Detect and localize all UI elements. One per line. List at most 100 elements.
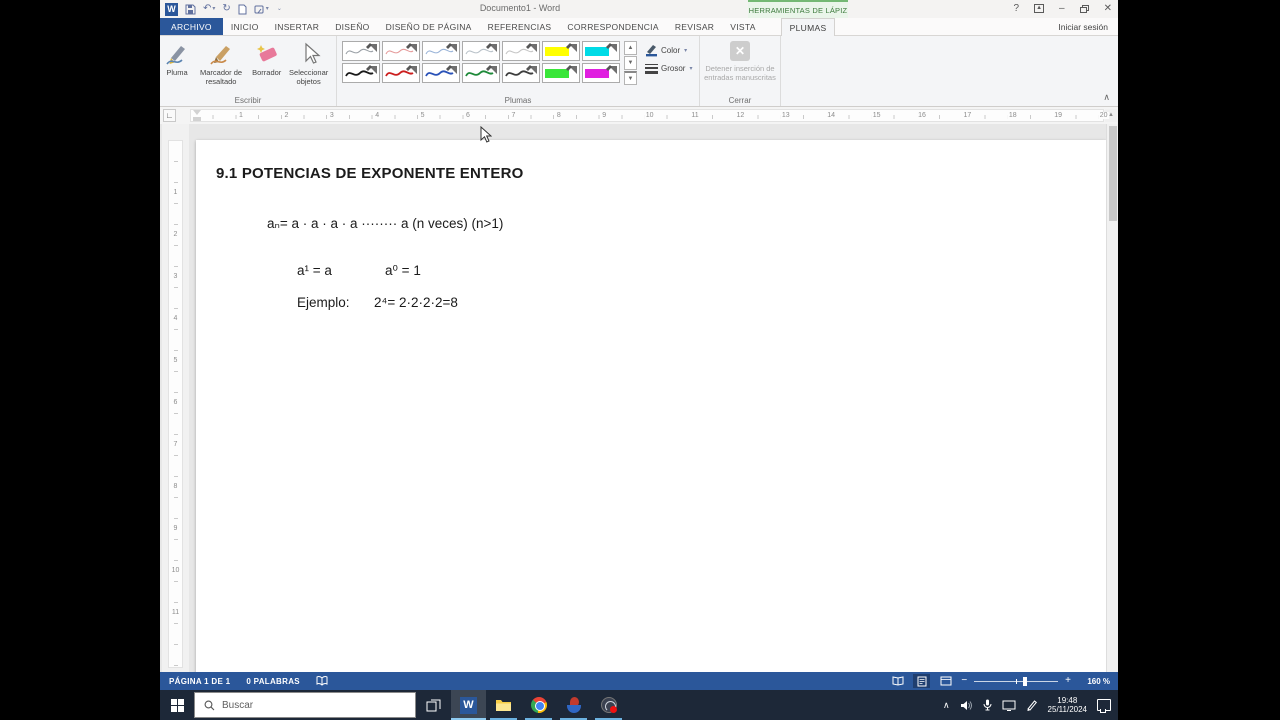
formula-a1: a¹ = a <box>297 263 332 278</box>
search-input[interactable] <box>222 699 382 711</box>
tab-revisar[interactable]: REVISAR <box>667 18 722 35</box>
pen-style-swatch-7[interactable] <box>582 41 620 61</box>
h-ruler[interactable]: 1 2 3 4 5 6 7 8 9 10 11 12 13 14 15 16 17 18 19 20 <box>190 109 1110 122</box>
media-app-icon <box>566 697 582 713</box>
customize-qat-icon[interactable]: ⌄ <box>277 6 282 12</box>
taskbar-chrome-button[interactable] <box>521 690 556 720</box>
touch-mode-icon[interactable]: ▾ <box>254 4 269 15</box>
tab-diseno[interactable]: DISEÑO <box>327 18 377 35</box>
view-print-layout-button[interactable] <box>913 674 931 688</box>
h-ruler-number: 18 <box>1006 112 1019 119</box>
close-button[interactable]: ✕ <box>1104 3 1112 14</box>
pen-color-button[interactable]: Color ▾ <box>645 44 692 57</box>
pen-style-swatch-13[interactable] <box>542 63 580 83</box>
scrollbar-thumb[interactable] <box>1109 126 1117 221</box>
collapse-ribbon-icon[interactable]: ∧ <box>1103 92 1110 103</box>
taskbar-word-button[interactable]: W <box>451 690 486 720</box>
taskbar-search[interactable] <box>194 692 416 718</box>
pen-style-swatch-12[interactable] <box>502 63 540 83</box>
taskbar-media-app-button[interactable] <box>556 690 591 720</box>
minimize-button[interactable]: – <box>1059 3 1065 14</box>
pen-style-swatch-5[interactable] <box>502 41 540 61</box>
gallery-scroll-up-icon[interactable]: ▲ <box>624 41 637 55</box>
pen-thickness-icon <box>645 64 658 74</box>
tab-stop-selector[interactable]: ∟ <box>163 109 176 122</box>
v-ruler-number: 6 <box>169 399 182 406</box>
word-app-icon[interactable]: W <box>165 2 178 16</box>
help-button[interactable]: ? <box>1013 3 1019 14</box>
pen-style-swatch-14[interactable] <box>582 63 620 83</box>
group-label-escribir: Escribir <box>234 96 262 105</box>
ribbon: Pluma Marcador de resaltado Borrador Sel… <box>160 36 1118 143</box>
redo-icon[interactable]: ↻ <box>222 4 230 14</box>
sign-in-link[interactable]: Iniciar sesión <box>1058 18 1118 35</box>
view-read-mode-button[interactable] <box>889 674 906 688</box>
thickness-dropdown-caret: ▾ <box>689 66 693 72</box>
first-line-indent-marker[interactable] <box>193 110 201 115</box>
action-center-icon[interactable] <box>1097 699 1111 713</box>
tab-vista[interactable]: VISTA <box>722 18 763 35</box>
tab-diseno-de-pagina[interactable]: DISEÑO DE PÁGINA <box>378 18 480 35</box>
pen-style-swatch-9[interactable] <box>382 63 420 83</box>
stop-inking-button[interactable]: ✕ Detener inserción de entradas manuscri… <box>702 41 778 82</box>
display-cast-icon[interactable] <box>1002 700 1016 711</box>
task-view-button[interactable] <box>416 690 451 720</box>
tab-referencias[interactable]: REFERENCIAS <box>480 18 560 35</box>
document-page[interactable]: 9.1 POTENCIAS DE EXPONENTE ENTERO aₙ= a … <box>196 140 1106 672</box>
tab-plumas-active[interactable]: PLUMAS <box>780 18 836 36</box>
taskbar-recorder-button[interactable] <box>591 690 626 720</box>
zoom-slider[interactable] <box>974 676 1059 686</box>
clock-time: 19:48 <box>1057 695 1078 705</box>
highlighter-icon <box>210 46 231 65</box>
h-ruler-number: 12 <box>734 112 747 119</box>
pen-style-swatch-1[interactable] <box>342 41 380 61</box>
pen-style-swatch-11[interactable] <box>462 63 500 83</box>
pen-style-swatch-4[interactable] <box>462 41 500 61</box>
taskbar-clock[interactable]: 19:48 25/11/2024 <box>1048 696 1087 715</box>
example-label: Ejemplo: <box>297 295 350 310</box>
zoom-in-button[interactable]: + <box>1065 676 1071 686</box>
word-count[interactable]: 0 PALABRAS <box>246 677 300 686</box>
pen-tray-icon[interactable] <box>1026 699 1038 711</box>
tab-archivo[interactable]: ARCHIVO <box>160 18 223 35</box>
pen-style-swatch-10[interactable] <box>422 63 460 83</box>
group-label-plumas: Plumas <box>504 96 532 105</box>
proofing-icon[interactable] <box>316 676 328 686</box>
screen-recorder-icon <box>600 697 617 713</box>
pen-style-swatch-3[interactable] <box>422 41 460 61</box>
h-ruler-number: 2 <box>282 112 291 119</box>
ribbon-display-options-icon[interactable]: ▲ <box>1034 4 1045 13</box>
save-icon[interactable] <box>185 4 196 15</box>
pen-style-swatch-2[interactable] <box>382 41 420 61</box>
view-web-layout-button[interactable] <box>937 674 954 688</box>
tab-correspondencia[interactable]: CORRESPONDENCIA <box>559 18 666 35</box>
restore-button[interactable] <box>1079 4 1089 13</box>
undo-icon[interactable]: ↶ ▾ <box>203 4 215 14</box>
start-button[interactable] <box>160 690 194 720</box>
pen-thickness-button[interactable]: Grosor ▾ <box>645 63 692 74</box>
group-label-cerrar: Cerrar <box>728 96 752 105</box>
zoom-level[interactable]: 160 % <box>1078 677 1110 686</box>
new-document-icon[interactable] <box>238 4 247 15</box>
left-indent-marker[interactable] <box>193 117 201 121</box>
zoom-slider-thumb[interactable] <box>1022 676 1027 686</box>
speaker-icon[interactable] <box>960 700 973 711</box>
vertical-scrollbar[interactable] <box>1106 124 1118 672</box>
tab-inicio[interactable]: INICIO <box>223 18 267 35</box>
tab-insertar[interactable]: INSERTAR <box>267 18 328 35</box>
microphone-icon[interactable] <box>983 699 992 711</box>
window-title: Documento1 - Word <box>479 3 561 13</box>
formula-line-3: Ejemplo: 2⁴= 2·2·2·2=8 <box>267 280 458 325</box>
h-ruler-number: 9 <box>600 112 609 119</box>
gallery-scroll-down-icon[interactable]: ▼ <box>624 56 637 70</box>
pen-style-swatch-6[interactable] <box>542 41 580 61</box>
tray-chevron-icon[interactable]: ∧ <box>943 700 950 711</box>
zoom-out-button[interactable]: − <box>961 676 967 686</box>
gallery-more-icon[interactable]: ▼ <box>624 71 637 85</box>
pen-style-swatch-8[interactable] <box>342 63 380 83</box>
word-taskbar-icon: W <box>460 696 477 714</box>
taskbar-explorer-button[interactable] <box>486 690 521 720</box>
v-ruler-number: 3 <box>169 273 182 280</box>
page-indicator[interactable]: PÁGINA 1 DE 1 <box>169 677 230 686</box>
group-escribir: Pluma Marcador de resaltado Borrador Sel… <box>160 36 337 106</box>
